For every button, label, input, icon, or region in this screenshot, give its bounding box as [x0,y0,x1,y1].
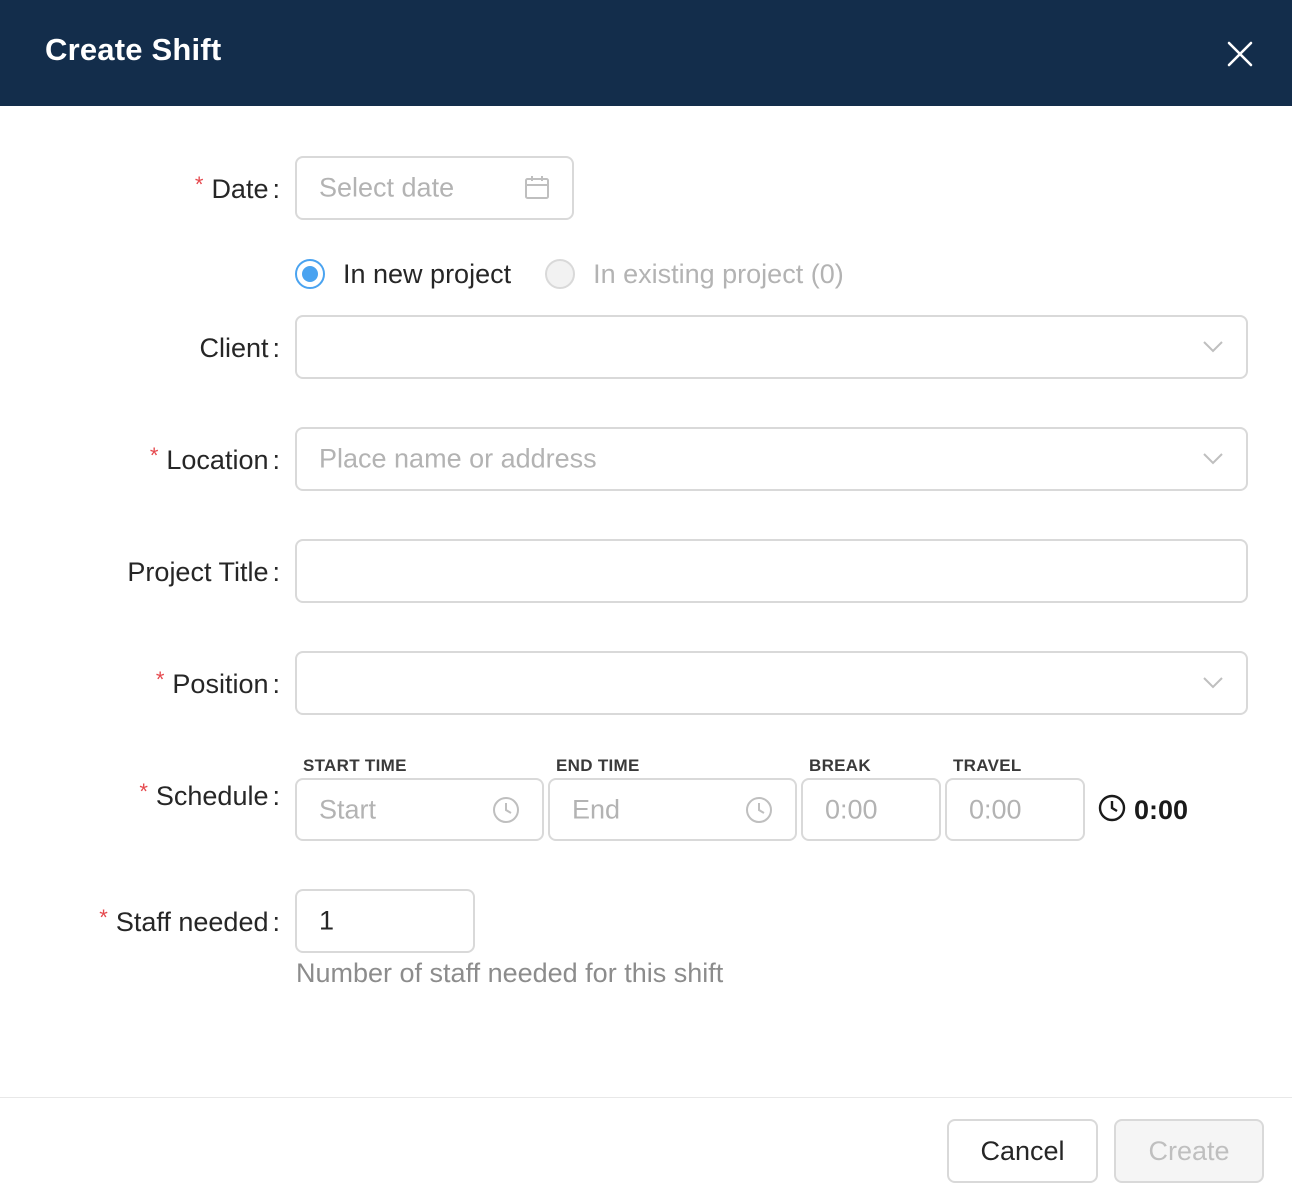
dialog-title: Create Shift [45,32,222,67]
chevron-down-icon [1202,452,1224,466]
close-icon [1227,41,1253,67]
required-marker: * [149,443,159,468]
start-time-header: START TIME [303,756,407,775]
required-marker: * [99,905,108,930]
clock-icon [492,796,520,824]
start-time-input[interactable]: Start [295,778,544,841]
date-picker[interactable]: Select date [295,156,574,220]
cancel-button[interactable]: Cancel [947,1119,1098,1183]
client-label: Client : [199,332,280,363]
position-select[interactable] [295,651,1248,715]
calendar-icon [524,175,550,201]
schedule-total: 0:00 [1098,792,1188,828]
end-time-header: END TIME [556,756,640,775]
project-mode-radio-group: In new project In existing project (0) [295,254,878,294]
client-select[interactable] [295,315,1248,379]
dialog-header: Create Shift [0,0,1292,106]
required-marker: * [155,667,165,692]
staff-needed-hint: Number of staff needed for this shift [296,958,724,988]
schedule-label: * Schedule : [139,779,280,811]
location-label: * Location : [149,443,280,475]
create-button[interactable]: Create [1114,1119,1264,1183]
position-label: * Position : [155,667,280,699]
location-placeholder: Place name or address [319,443,597,474]
project-title-input[interactable] [295,539,1248,603]
date-placeholder: Select date [319,172,455,203]
travel-input[interactable]: 0:00 [945,778,1085,841]
close-button[interactable] [1220,34,1260,74]
footer-divider [0,1097,1292,1098]
project-title-label: Project Title : [127,556,280,587]
radio-unchecked-icon [545,259,576,289]
required-marker: * [139,779,148,804]
location-select[interactable]: Place name or address [295,427,1248,491]
required-marker: * [194,172,204,197]
travel-header: TRAVEL [953,756,1022,775]
break-input[interactable]: 0:00 [801,778,941,841]
clock-icon [1098,794,1126,827]
date-label: * Date : [194,172,280,204]
break-header: BREAK [809,756,871,775]
end-time-input[interactable]: End [548,778,797,841]
chevron-down-icon [1202,676,1224,690]
radio-checked-icon [295,259,325,289]
clock-icon [745,796,773,824]
radio-existing-project[interactable]: In existing project (0) [545,259,844,290]
staff-needed-input[interactable]: 1 [295,889,475,953]
staff-needed-label: * Staff needed : [99,905,280,937]
chevron-down-icon [1202,340,1224,354]
schedule-total-value: 0:00 [1134,794,1189,825]
radio-new-project[interactable]: In new project [295,259,511,290]
